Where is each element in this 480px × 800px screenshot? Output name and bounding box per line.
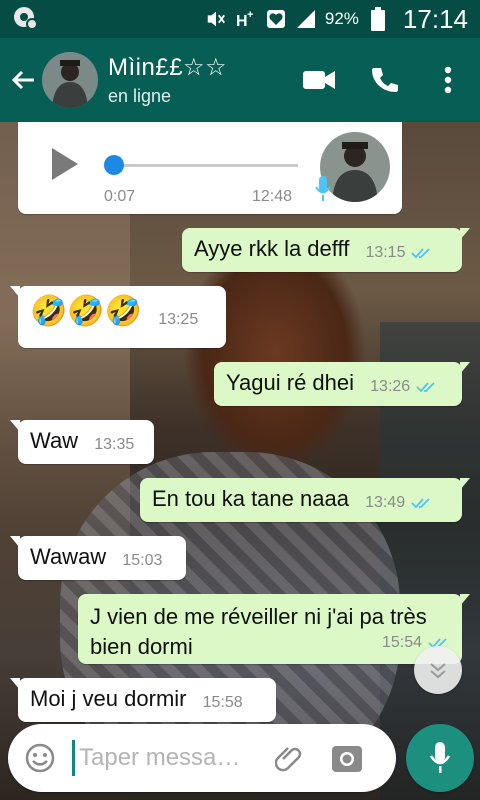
contact-avatar[interactable] xyxy=(42,52,98,108)
message-bubble[interactable]: En tou ka tane naaa 13:49 xyxy=(140,478,470,522)
message-text: 🤣🤣🤣 xyxy=(30,295,143,328)
video-call-button[interactable] xyxy=(288,48,352,112)
mic-badge-icon xyxy=(314,174,332,204)
status-bar: H + 92% 17:14 xyxy=(0,0,480,38)
attach-button[interactable] xyxy=(263,724,317,792)
play-icon xyxy=(52,148,78,180)
text-caret xyxy=(72,740,75,776)
heart-icon xyxy=(265,8,287,30)
message-time: 13:49 xyxy=(365,494,406,511)
chat-header: Mìin££☆☆ en ligne xyxy=(0,38,480,122)
contact-info[interactable]: Mìin££☆☆ en ligne xyxy=(108,53,227,107)
emoji-button[interactable] xyxy=(8,724,72,792)
message-text: En tou ka tane naaa xyxy=(152,486,349,511)
message-text: Wawaw xyxy=(30,544,107,569)
message-text: Yagui ré dhei xyxy=(226,370,355,395)
message-bubble[interactable]: Wawaw 15:03 xyxy=(10,536,186,580)
paperclip-icon xyxy=(275,747,302,772)
play-button[interactable] xyxy=(48,144,84,184)
phone-icon xyxy=(372,68,398,92)
scroll-down-button[interactable] xyxy=(414,646,462,694)
message-time: 15:58 xyxy=(202,694,243,711)
read-ticks-icon xyxy=(411,248,431,259)
voice-progress-knob[interactable] xyxy=(104,155,124,175)
message-text: J vien de me réveiller ni j'ai pa très b… xyxy=(90,604,427,659)
svg-text:+: + xyxy=(247,9,253,21)
svg-text:H: H xyxy=(236,13,248,30)
microphone-icon xyxy=(429,742,451,773)
message-bubble[interactable]: J vien de me réveiller ni j'ai pa très b… xyxy=(78,594,470,664)
composer-bar xyxy=(0,718,480,800)
back-button[interactable] xyxy=(4,50,42,110)
h-plus-data-icon: H + xyxy=(235,8,257,30)
message-bubble[interactable]: Ayye rkk la defff 13:15 xyxy=(182,228,470,272)
voice-timestamp: 12:48 xyxy=(252,188,293,205)
message-input[interactable] xyxy=(79,744,259,772)
camera-icon xyxy=(332,746,362,772)
voice-duration: 0:07 xyxy=(104,188,136,205)
video-call-icon xyxy=(303,71,335,89)
battery-percent: 92% xyxy=(324,9,359,28)
message-bubble[interactable]: Yagui ré dhei 13:26 xyxy=(214,362,470,406)
contact-status: en ligne xyxy=(108,86,172,106)
message-bubble[interactable]: Waw 13:35 xyxy=(10,420,154,464)
message-bubble[interactable]: 🤣🤣🤣 13:25 xyxy=(10,286,226,348)
message-time: 15:54 xyxy=(381,634,422,651)
read-ticks-icon xyxy=(411,498,430,509)
message-bubble[interactable]: Moi j veu dormir 15:58 xyxy=(10,678,276,722)
voice-progress-track[interactable] xyxy=(114,164,298,167)
more-options-icon xyxy=(444,66,452,94)
signal-icon xyxy=(295,8,317,30)
message-time: 15:03 xyxy=(122,552,163,569)
read-ticks-icon xyxy=(416,382,435,393)
double-chevron-down-icon xyxy=(430,663,446,679)
contact-name: Mìin££☆☆ xyxy=(108,54,228,81)
message-text: Ayye rkk la defff xyxy=(194,236,350,261)
emoji-icon xyxy=(25,743,55,773)
record-voice-button[interactable] xyxy=(406,724,474,792)
more-options-button[interactable] xyxy=(416,48,480,112)
message-time: 13:35 xyxy=(94,436,135,453)
notification-icon xyxy=(12,4,38,35)
message-text: Moi j veu dormir xyxy=(30,686,187,711)
status-time: 17:14 xyxy=(402,3,468,34)
chat-area[interactable]: 0:07 12:48 Ayye rkk la defff 13:15 🤣🤣🤣 1… xyxy=(0,122,480,800)
message-text: Waw xyxy=(30,428,79,453)
message-time: 13:26 xyxy=(370,378,411,395)
message-time: 13:15 xyxy=(365,244,406,261)
back-arrow-icon xyxy=(11,70,34,90)
voice-message-bubble[interactable]: 0:07 12:48 xyxy=(18,122,402,214)
voice-call-button[interactable] xyxy=(352,48,416,112)
battery-icon xyxy=(367,7,389,31)
message-input-box[interactable] xyxy=(8,724,396,792)
message-time: 13:25 xyxy=(158,311,199,328)
mute-icon xyxy=(205,8,227,30)
camera-button[interactable] xyxy=(317,724,377,792)
